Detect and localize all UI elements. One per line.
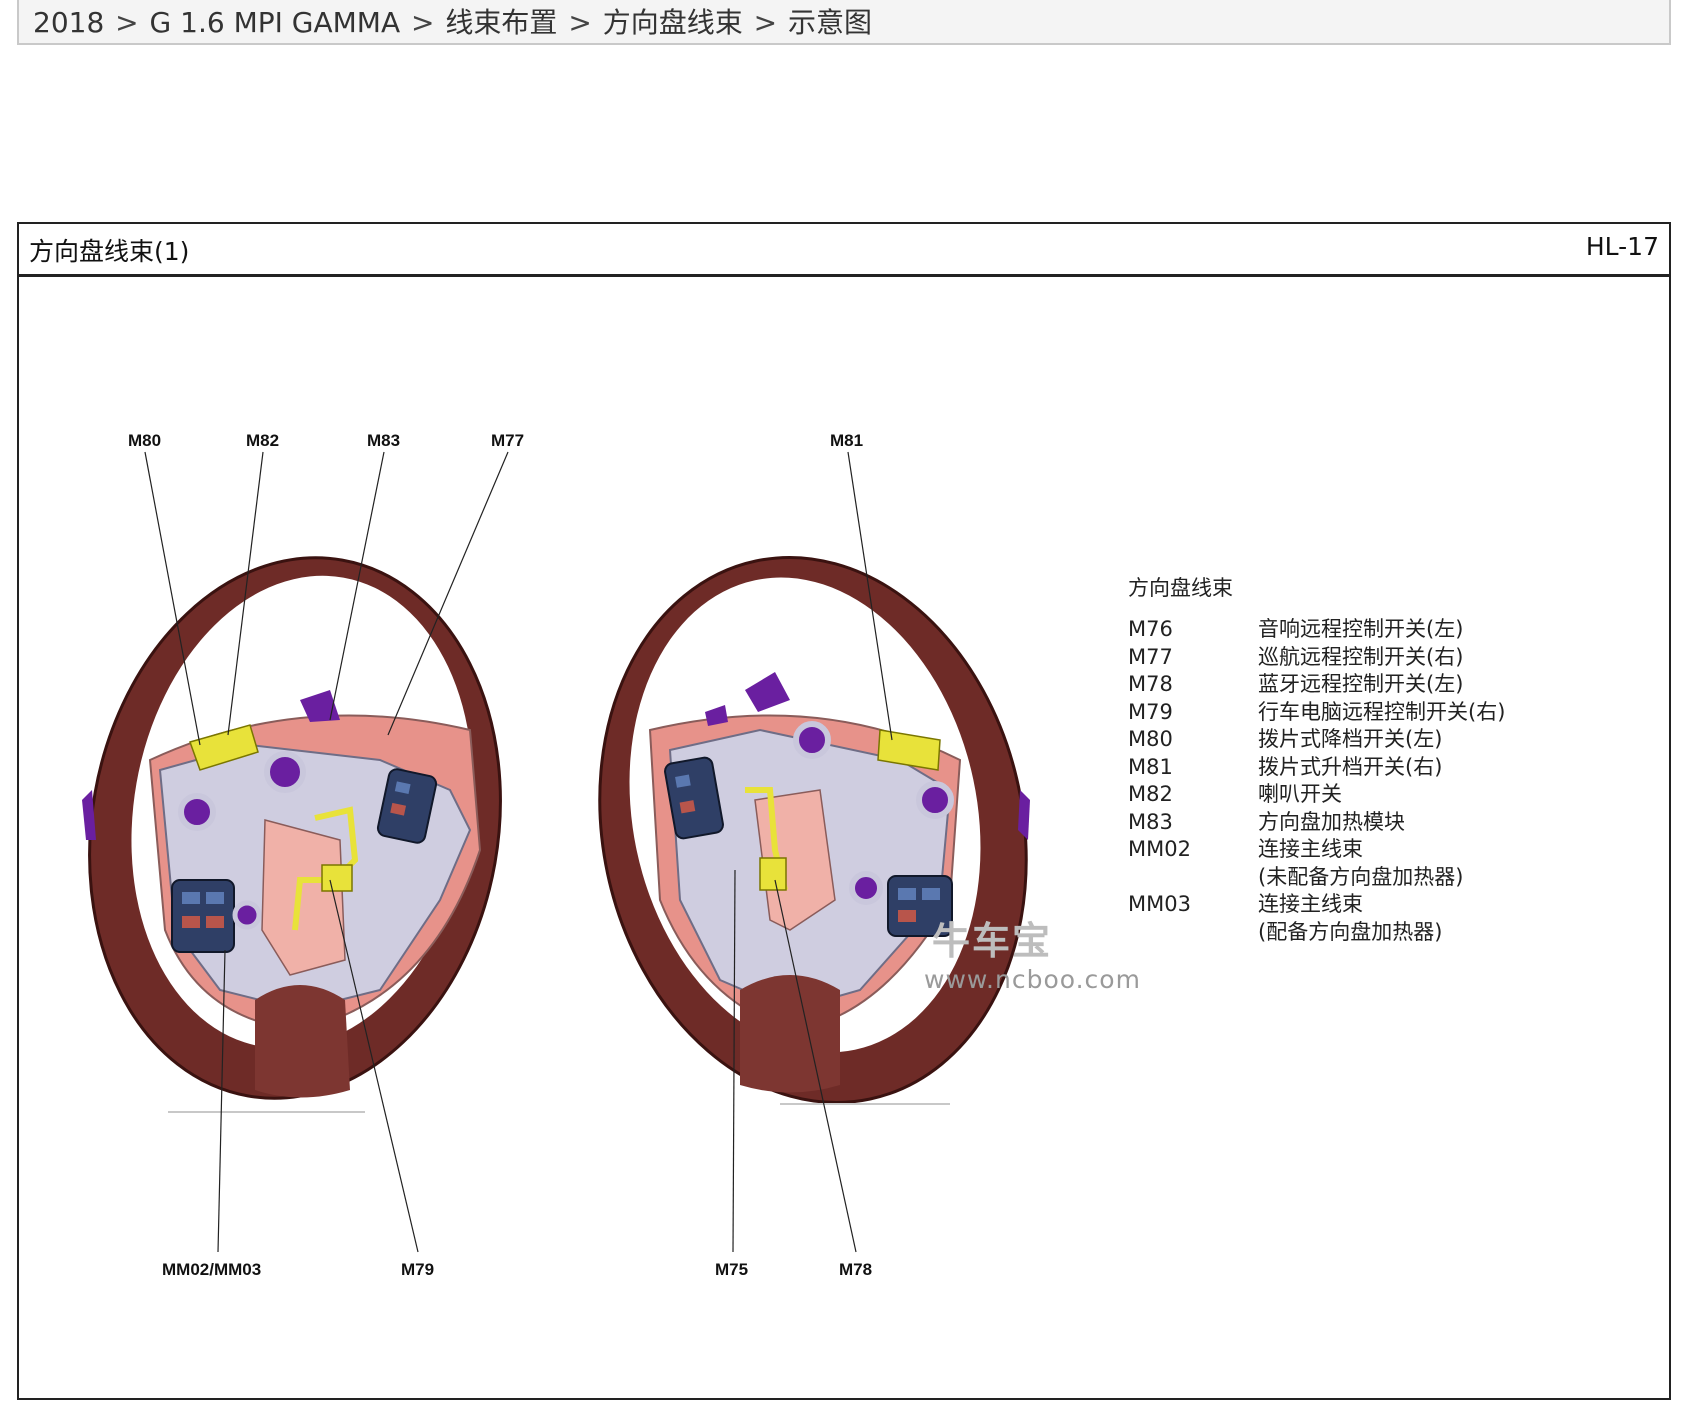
legend-description: 拨片式升档开关(右) (1258, 754, 1443, 779)
legend-description: 巡航远程控制开关(右) (1258, 644, 1464, 669)
callout-m77: M77 (491, 431, 524, 450)
legend-row: M80 拨片式降档开关(左) (1128, 726, 1505, 754)
legend-row: M77 巡航远程控制开关(右) (1128, 644, 1505, 672)
legend-code: MM03 (1128, 892, 1191, 916)
legend-row: M78 蓝牙远程控制开关(左) (1128, 671, 1505, 699)
legend-row: M83 方向盘加热模块 (1128, 809, 1505, 837)
legend-description: 连接主线束 (1258, 892, 1363, 916)
legend-list: M76 音响远程控制开关(左) M77 巡航远程控制开关(右) M78 蓝牙远程控制开关(… (1128, 616, 1505, 946)
legend-code: M77 (1128, 644, 1173, 669)
legend-row: M82 喇叭开关 (1128, 781, 1505, 809)
legend-description: (配备方向盘加热器) (1258, 919, 1443, 944)
legend-description: 连接主线束 (1258, 837, 1363, 861)
watermark-url: www.ncboo.com (924, 965, 1141, 994)
legend-description: 音响远程控制开关(左) (1258, 617, 1464, 641)
callout-m82: M82 (246, 431, 279, 450)
connector-legend: 方向盘线束 M76 音响远程控制开关(左) M77 巡航远程控制开关(右) M78 蓝牙远… (1128, 572, 1505, 946)
right-steering-wheel (598, 555, 1030, 1105)
legend-row: M79 行车电脑远程控制开关(右) (1128, 699, 1505, 727)
legend-row: M81 拨片式升档开关(右) (1128, 754, 1505, 782)
legend-code (1128, 864, 1258, 892)
callout-m79: M79 (401, 1260, 434, 1279)
callout-m75: M75 (715, 1260, 748, 1279)
legend-code: M81 (1128, 754, 1173, 779)
legend-title: 方向盘线束 (1128, 576, 1233, 600)
legend-code (1128, 919, 1258, 947)
legend-code: M78 (1128, 672, 1173, 696)
legend-description: 行车电脑远程控制开关(右) (1258, 699, 1506, 724)
callout-mm02-mm03: MM02/MM03 (162, 1260, 261, 1279)
legend-code: M82 (1128, 782, 1173, 806)
legend-row: (配备方向盘加热器) (1128, 919, 1505, 947)
legend-code: M83 (1128, 809, 1173, 834)
callout-m78: M78 (839, 1260, 872, 1279)
legend-description: 拨片式降档开关(左) (1258, 727, 1443, 751)
legend-description: 蓝牙远程控制开关(左) (1258, 672, 1464, 696)
legend-description: 方向盘加热模块 (1258, 809, 1405, 834)
legend-row: (未配备方向盘加热器) (1128, 864, 1505, 892)
legend-row: MM03 连接主线束 (1128, 891, 1505, 919)
callout-m83: M83 (367, 431, 400, 450)
watermark-logo: 牛车宝 (932, 919, 1053, 963)
legend-description: (未配备方向盘加热器) (1258, 864, 1464, 889)
legend-code: M76 (1128, 617, 1173, 641)
legend-description: 喇叭开关 (1258, 782, 1342, 806)
left-steering-wheel (82, 556, 502, 1113)
legend-code: M79 (1128, 699, 1173, 724)
legend-row: M76 音响远程控制开关(左) (1128, 616, 1505, 644)
callout-m80: M80 (128, 431, 161, 450)
callout-m81: M81 (830, 431, 863, 450)
legend-code: M80 (1128, 727, 1173, 751)
legend-code: MM02 (1128, 837, 1191, 861)
legend-row: MM02 连接主线束 (1128, 836, 1505, 864)
